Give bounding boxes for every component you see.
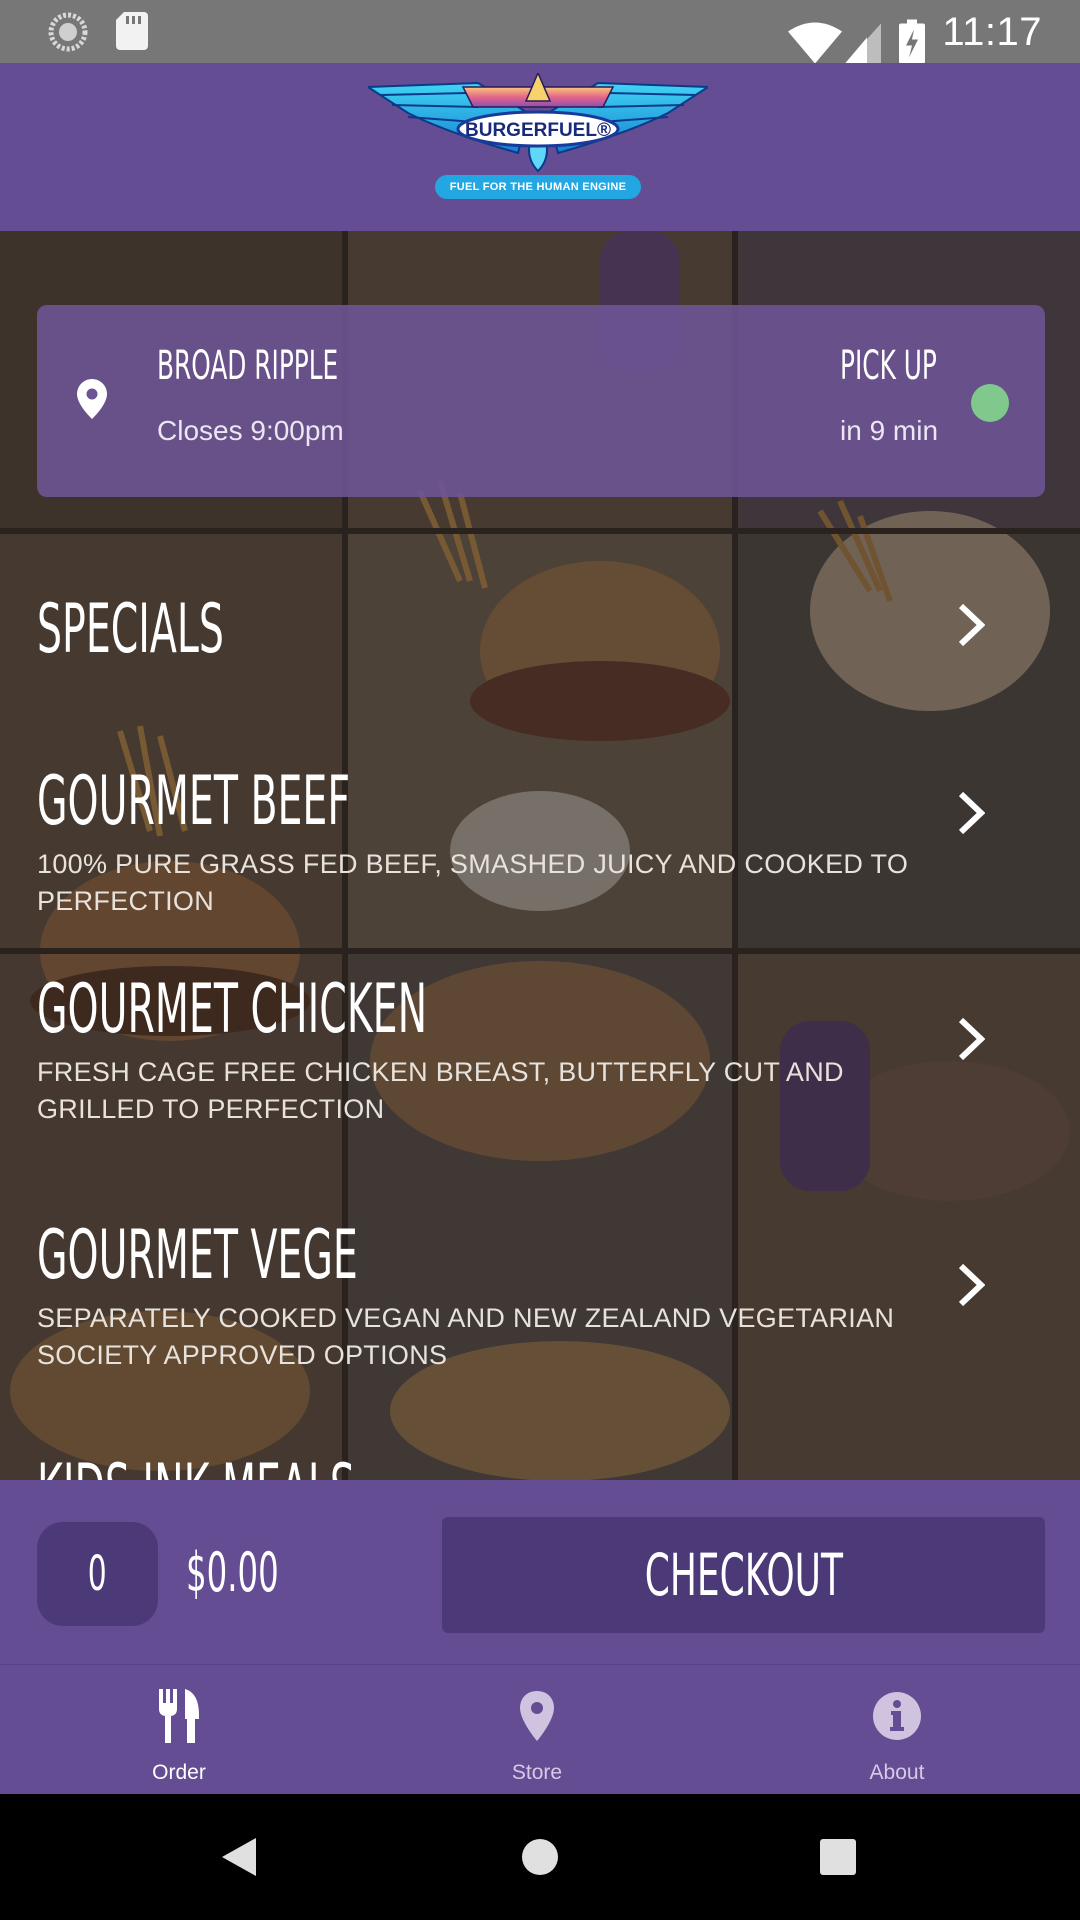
cart-total: $0.00 — [186, 1541, 279, 1604]
menu-category-gourmet-beef[interactable]: GOURMET BEEF 100% PURE GRASS FED BEEF, S… — [37, 762, 1047, 916]
nav-tab-label: Order — [152, 1761, 206, 1784]
menu-category-title: SPECIALS — [37, 590, 224, 669]
status-time: 11:17 — [942, 10, 1042, 54]
location-pin-icon — [520, 1691, 554, 1741]
back-icon[interactable] — [222, 1838, 256, 1876]
home-icon[interactable] — [520, 1837, 560, 1877]
recents-icon[interactable] — [820, 1839, 856, 1875]
store-hours: Closes 9:00pm — [157, 415, 344, 446]
menu-category-specials[interactable]: SPECIALS — [37, 590, 1047, 680]
nav-tab-order[interactable]: Order — [79, 1665, 279, 1795]
nav-tab-store[interactable]: Store — [437, 1665, 637, 1795]
logo-wordmark: BURGERFUEL® — [465, 120, 611, 141]
chevron-right-icon — [958, 791, 985, 835]
menu-category-title: GOURMET CHICKEN — [37, 970, 428, 1049]
menu-category-gourmet-vege[interactable]: GOURMET VEGE SEPARATELY COOKED VEGAN AND… — [37, 1216, 1047, 1396]
sync-icon — [48, 12, 88, 52]
nav-tab-label: About — [869, 1761, 925, 1784]
checkout-button-label: CHECKOUT — [644, 1541, 843, 1609]
cart-item-count-value: 0 — [88, 1546, 107, 1602]
menu-category-description: 100% PURE GRASS FED BEEF, SMASHED JUICY … — [37, 849, 909, 916]
store-name: BROAD RIPPLE — [157, 343, 339, 389]
info-icon — [873, 1692, 921, 1740]
status-bar: 11:17 — [0, 0, 1080, 64]
menu-category-description: FRESH CAGE FREE CHICKEN BREAST, BUTTERFL… — [37, 1057, 844, 1124]
chevron-right-icon — [958, 1017, 985, 1061]
sd-card-icon — [116, 12, 148, 50]
location-pin-icon — [77, 379, 107, 419]
nav-tab-about[interactable]: About — [797, 1665, 997, 1795]
pickup-label: PICK UP — [840, 343, 937, 389]
chevron-right-icon — [958, 1263, 985, 1307]
utensils-icon — [159, 1689, 199, 1743]
system-navigation-bar — [0, 1794, 1080, 1920]
store-open-status-dot — [971, 384, 1009, 422]
pickup-time: in 9 min — [840, 415, 939, 446]
app-header: BURGERFUEL® FUEL FOR THE HUMAN ENGINE — [0, 63, 1080, 231]
cart-bar: 0 $0.00 CHECKOUT — [0, 1480, 1080, 1664]
menu-category-description: SEPARATELY COOKED VEGAN AND NEW ZEALAND … — [37, 1303, 895, 1370]
nav-tab-label: Store — [511, 1761, 563, 1784]
chevron-right-icon — [958, 603, 985, 647]
store-selector-card[interactable]: BROAD RIPPLE Closes 9:00pm PICK UP in 9 … — [37, 305, 1045, 497]
menu-category-title: KIDS INK MEALS — [37, 1450, 623, 1480]
menu-category-title: GOURMET BEEF — [37, 762, 351, 841]
menu-category-kids-ink-meals[interactable]: KIDS INK MEALS — [37, 1448, 1047, 1480]
bottom-navigation: Order Store About — [0, 1664, 1080, 1795]
menu-category-title: GOURMET VEGE — [37, 1216, 358, 1295]
menu-category-gourmet-chicken[interactable]: GOURMET CHICKEN FRESH CAGE FREE CHICKEN … — [37, 970, 1047, 1150]
checkout-button[interactable]: CHECKOUT — [442, 1517, 1045, 1633]
cart-item-count[interactable]: 0 — [37, 1522, 158, 1626]
logo-tagline: FUEL FOR THE HUMAN ENGINE — [435, 175, 641, 199]
